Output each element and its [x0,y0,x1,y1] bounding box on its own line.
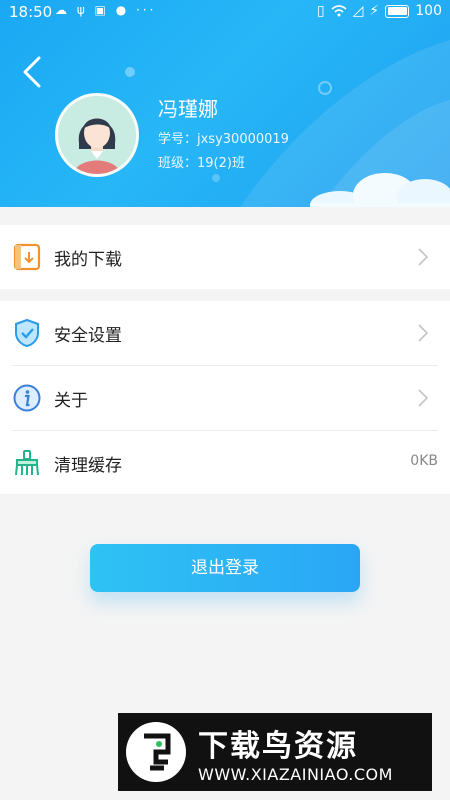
downloads-label: 我的下载 [54,250,122,270]
settings-card: 安全设置 关于 清理缓存 0KB [0,301,450,494]
logout-button[interactable]: 退出登录 [90,544,360,592]
clouds-decoration [310,173,450,207]
chevron-right-icon [418,389,428,407]
student-id: 学号：jxsy30000019 [158,132,289,147]
class-info: 班级：19(2)班 [158,156,245,171]
back-arrow-icon[interactable] [18,55,48,89]
menu-item-about[interactable]: 关于 [0,366,450,430]
notification-icons: ☁ ψ ▣ ● ··· [55,3,157,17]
chevron-right-icon [418,324,428,342]
battery-level: 100 [415,3,442,19]
info-icon [13,384,41,412]
watermark-bird-logo [126,722,186,782]
menu-item-downloads[interactable]: 我的下载 [0,225,450,289]
avatar[interactable] [55,93,139,177]
status-right: ▯ ◿ ⚡ 100 [317,3,442,19]
watermark-title: 下载鸟资源 [198,729,358,764]
wifi-icon [331,5,347,17]
menu-item-clear-cache[interactable]: 清理缓存 0KB [0,431,450,495]
menu-item-security[interactable]: 安全设置 [0,301,450,365]
watermark-banner: 下载鸟资源 WWW.XIAZAINIAO.COM [118,713,432,791]
watermark-url: WWW.XIAZAINIAO.COM [198,765,393,784]
profile-header: 18:50 ☁ ψ ▣ ● ··· ▯ ◿ ⚡ 100 冯瑾娜 学号：jxsy3… [0,0,450,207]
status-time: 18:50 [9,3,53,21]
cache-size: 0KB [410,453,438,469]
security-label: 安全设置 [54,326,122,346]
broom-icon [15,450,39,476]
charging-icon: ⚡ [369,3,380,19]
user-name: 冯瑾娜 [158,97,218,121]
chevron-right-icon [418,248,428,266]
battery-icon [385,4,410,18]
no-sim-icon: ◿ [352,3,364,19]
downloads-card: 我的下载 [0,225,450,289]
clear-cache-label: 清理缓存 [54,456,122,476]
about-label: 关于 [54,391,88,411]
status-bar: 18:50 ☁ ψ ▣ ● ··· ▯ ◿ ⚡ 100 [0,0,450,26]
user-avatar-icon [58,96,136,174]
shield-check-icon [15,318,39,348]
vibrate-icon: ▯ [316,3,325,19]
download-box-icon [13,243,41,271]
